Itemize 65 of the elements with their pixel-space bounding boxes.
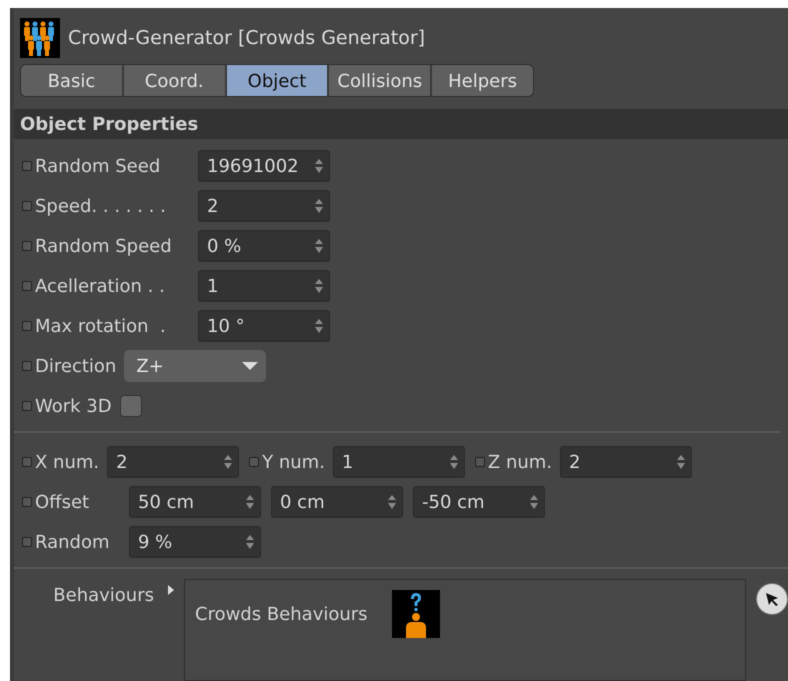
spinner-icon[interactable] (315, 319, 323, 333)
caret-icon (242, 362, 258, 370)
field-label: Max rotation . (35, 316, 167, 336)
number-field[interactable]: -50 cm (413, 486, 545, 518)
field-label: Behaviours (53, 585, 154, 606)
number-field[interactable]: 0 cm (271, 486, 403, 518)
keyframe-icon[interactable] (474, 457, 485, 467)
expand-arrow-icon[interactable] (168, 585, 174, 595)
spinner-icon[interactable] (224, 455, 232, 469)
field-label: X num. (35, 452, 100, 472)
keyframe-icon[interactable] (22, 321, 32, 331)
spinner-icon[interactable] (450, 455, 458, 469)
keyframe-icon[interactable] (22, 401, 32, 411)
number-field[interactable]: 9 % (129, 526, 261, 558)
number-field[interactable]: 2 (560, 446, 692, 478)
keyframe-icon[interactable] (22, 497, 32, 507)
number-field[interactable]: 2 (198, 190, 330, 222)
field-label: Offset (35, 492, 90, 512)
spinner-icon[interactable] (530, 495, 538, 509)
spinner-icon[interactable] (315, 199, 323, 213)
field-label: Random Speed (35, 236, 173, 256)
window-title: Crowd-Generator [Crowds Generator] (68, 27, 426, 49)
field-label: Direction (35, 356, 116, 376)
keyframe-icon[interactable] (22, 241, 32, 251)
number-field[interactable]: 2 (107, 446, 240, 478)
list-item[interactable]: Crowds Behaviours (195, 604, 368, 625)
field-label: Random Seed (35, 156, 162, 176)
field-label: Speed. . . . . . . (35, 196, 167, 216)
tab[interactable]: Collisions (329, 65, 432, 96)
keyframe-icon[interactable] (22, 457, 32, 467)
keyframe-icon[interactable] (249, 457, 260, 467)
crowd-icon (20, 18, 60, 58)
keyframe-icon[interactable] (22, 201, 32, 211)
number-field[interactable]: 1 (198, 270, 330, 302)
keyframe-icon[interactable] (22, 161, 32, 171)
field-label: Random (35, 532, 111, 552)
field-label: Acelleration . . (35, 276, 166, 296)
field-label: Work 3D (35, 396, 112, 416)
tab[interactable]: Helpers (432, 65, 533, 96)
field-label: Y num. (262, 452, 325, 472)
keyframe-icon[interactable] (22, 361, 32, 371)
spinner-icon[interactable] (315, 159, 323, 173)
number-field[interactable]: 50 cm (129, 486, 261, 518)
pick-button[interactable] (756, 583, 788, 615)
spinner-icon[interactable] (315, 239, 323, 253)
person-question-icon (392, 590, 440, 638)
spinner-icon[interactable] (246, 535, 254, 549)
section-title: Object Properties (20, 114, 198, 135)
tab[interactable]: Basic (21, 65, 124, 96)
checkbox[interactable] (120, 395, 142, 417)
number-field[interactable]: 10 ° (198, 310, 330, 342)
spinner-icon[interactable] (315, 279, 323, 293)
tab[interactable]: Coord. (124, 65, 227, 96)
field-label: Z num. (488, 452, 552, 472)
keyframe-icon[interactable] (22, 281, 32, 291)
spinner-icon[interactable] (388, 495, 396, 509)
number-field[interactable]: 19691002 (198, 150, 330, 182)
tab[interactable]: Object (226, 65, 330, 96)
spinner-icon[interactable] (246, 495, 254, 509)
number-field[interactable]: 1 (332, 446, 465, 478)
number-field[interactable]: 0 % (198, 230, 330, 262)
behaviour-list[interactable]: Crowds Behaviours (184, 579, 746, 681)
dropdown[interactable]: Z+ (124, 350, 266, 382)
keyframe-icon[interactable] (22, 537, 32, 547)
spinner-icon[interactable] (677, 455, 686, 469)
